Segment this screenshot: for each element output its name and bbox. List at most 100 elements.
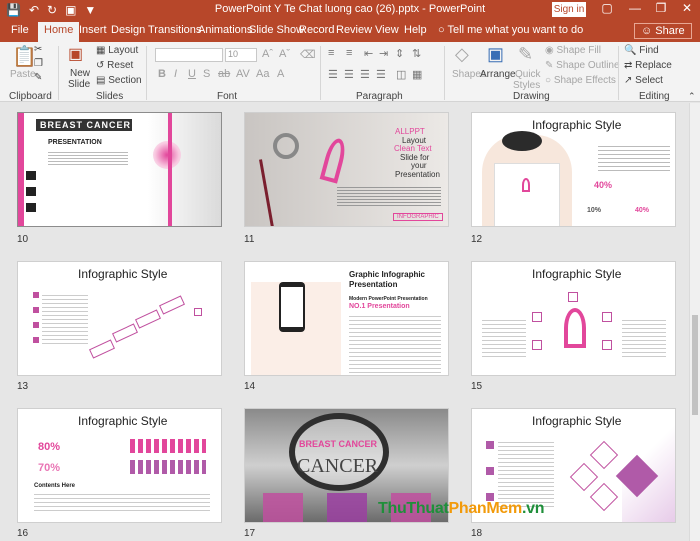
section-button[interactable]: ▤ Section bbox=[96, 75, 142, 86]
replace-button[interactable]: ⇄ Replace bbox=[624, 60, 672, 71]
line-spacing-icon[interactable]: ⇕ bbox=[395, 47, 404, 60]
new-slide-icon[interactable]: ▣ bbox=[68, 44, 83, 64]
slide-thumbnail-12[interactable]: Infographic Style 40% 10% 40% bbox=[471, 112, 676, 227]
tab-help[interactable]: Help bbox=[404, 24, 427, 36]
char-spacing-icon[interactable]: AV bbox=[236, 68, 250, 80]
pink-ribbon-icon bbox=[522, 178, 530, 192]
slide-thumbnail-16[interactable]: Infographic Style 80% 70% Contents Here bbox=[17, 408, 222, 523]
new-slide-label-2[interactable]: Slide bbox=[68, 79, 90, 90]
bullet-icon bbox=[33, 292, 39, 298]
select-button[interactable]: ↗ Select bbox=[624, 75, 663, 86]
new-slide-label-1[interactable]: New bbox=[70, 68, 90, 79]
columns-icon[interactable]: ◫ bbox=[396, 68, 406, 81]
slide-title: Infographic Style bbox=[78, 267, 168, 281]
arrange-button[interactable]: Arrange bbox=[480, 69, 516, 80]
info-card bbox=[327, 493, 367, 522]
share-button[interactable]: ☺ Share bbox=[634, 23, 692, 39]
tab-animations[interactable]: Animations bbox=[198, 24, 252, 36]
slide-thumbnail-15[interactable]: Infographic Style bbox=[471, 261, 676, 376]
text-direction-icon[interactable]: ⇅ bbox=[412, 47, 421, 60]
format-painter-icon[interactable]: ✎ bbox=[34, 72, 42, 83]
sign-in-button[interactable]: Sign in bbox=[552, 2, 586, 17]
slide-title: Infographic Style bbox=[532, 118, 622, 132]
tab-home[interactable]: Home bbox=[38, 22, 80, 42]
shrink-font-icon[interactable]: Aˇ bbox=[279, 48, 290, 60]
vertical-scrollbar[interactable] bbox=[689, 103, 700, 541]
shape-outline-button[interactable]: ✎ Shape Outline bbox=[545, 60, 620, 71]
clear-format-icon[interactable]: ⌫ bbox=[300, 48, 316, 61]
decrease-indent-icon[interactable]: ⇤ bbox=[364, 47, 373, 60]
quick-styles-label-1[interactable]: Quick bbox=[515, 69, 541, 80]
reset-button[interactable]: ↺ Reset bbox=[96, 60, 133, 71]
hair-shape bbox=[502, 131, 542, 151]
slide-thumbnail-10[interactable]: BREAST CANCER PRESENTATION bbox=[17, 112, 222, 227]
tell-me-search[interactable]: ○ Tell me what you want to do bbox=[438, 24, 583, 36]
slide-text-1: ALLPPT bbox=[395, 127, 425, 136]
layout-button[interactable]: ▦ Layout bbox=[96, 45, 138, 56]
tab-record[interactable]: Record bbox=[299, 24, 334, 36]
slide-body-text bbox=[48, 150, 128, 166]
select-arrow-icon: ↗ bbox=[624, 75, 636, 86]
people-icon-row bbox=[130, 460, 206, 474]
bold-icon[interactable]: B bbox=[158, 68, 166, 80]
checkbox-icon bbox=[26, 171, 36, 180]
shapes-icon[interactable]: ◇ bbox=[455, 44, 469, 65]
cut-icon[interactable]: ✂ bbox=[34, 44, 42, 55]
copy-icon[interactable]: ❐ bbox=[34, 58, 43, 69]
slide-body-text bbox=[337, 185, 441, 207]
quick-styles-label-2[interactable]: Styles bbox=[513, 80, 540, 91]
tab-view[interactable]: View bbox=[375, 24, 399, 36]
group-font: Font bbox=[217, 91, 238, 102]
align-center-icon[interactable]: ☰ bbox=[344, 68, 354, 81]
tab-insert[interactable]: Insert bbox=[79, 24, 107, 36]
strikethrough-icon[interactable]: ab bbox=[218, 68, 230, 80]
list-icon bbox=[486, 441, 494, 449]
smartart-icon[interactable]: ▦ bbox=[412, 68, 422, 81]
close-button[interactable]: ✕ bbox=[676, 1, 698, 15]
shape-effects-button[interactable]: ○ Shape Effects bbox=[545, 75, 616, 86]
arrange-icon[interactable]: ▣ bbox=[487, 44, 504, 65]
pink-ribbon-image bbox=[564, 308, 586, 348]
slide-thumbnail-11[interactable]: ALLPPT Layout Clean Text Slide for your … bbox=[244, 112, 449, 227]
slide-number: 18 bbox=[471, 528, 483, 539]
shape-fill-button[interactable]: ◉ Shape Fill bbox=[545, 45, 601, 56]
select-label: Select bbox=[635, 75, 663, 86]
quick-styles-icon[interactable]: ✎ bbox=[518, 44, 533, 65]
font-size-combo[interactable]: 10 bbox=[225, 48, 257, 62]
paste-button[interactable]: Paste bbox=[10, 69, 36, 80]
change-case-icon[interactable]: Aa bbox=[256, 68, 269, 80]
window-title: PowerPoint Y Te Chat luong cao (26).pptx… bbox=[214, 3, 486, 15]
shadow-icon[interactable]: S bbox=[203, 68, 210, 80]
increase-indent-icon[interactable]: ⇥ bbox=[379, 47, 388, 60]
maximize-button[interactable]: ❐ bbox=[650, 1, 672, 15]
tab-review[interactable]: Review bbox=[336, 24, 372, 36]
numbering-icon[interactable]: ≡ bbox=[346, 47, 352, 59]
italic-icon[interactable]: I bbox=[174, 68, 177, 80]
replace-icon: ⇄ bbox=[624, 60, 636, 71]
underline-icon[interactable]: U bbox=[188, 68, 196, 80]
slide-body-text bbox=[498, 439, 554, 509]
ribbon-display-options-icon[interactable]: ▢ bbox=[596, 1, 618, 15]
slide-body-text bbox=[622, 317, 666, 357]
align-left-icon[interactable]: ☰ bbox=[328, 68, 338, 81]
collapse-ribbon-icon[interactable]: ⌃ bbox=[688, 91, 696, 102]
pink-ribbon-image bbox=[319, 136, 349, 184]
tab-design[interactable]: Design bbox=[111, 24, 145, 36]
tab-transitions[interactable]: Transitions bbox=[148, 24, 201, 36]
font-name-combo[interactable] bbox=[155, 48, 223, 62]
bullets-icon[interactable]: ≡ bbox=[328, 47, 334, 59]
scrollbar-thumb[interactable] bbox=[692, 315, 698, 415]
slide-thumbnail-13[interactable]: Infographic Style bbox=[17, 261, 222, 376]
minimize-button[interactable]: — bbox=[624, 1, 646, 15]
grow-font-icon[interactable]: Aˆ bbox=[262, 48, 273, 60]
font-color-icon[interactable]: A bbox=[277, 68, 284, 80]
tab-slide-show[interactable]: Slide Show bbox=[249, 24, 304, 36]
slide-thumbnail-14[interactable]: Graphic Infographic Presentation Modern … bbox=[244, 261, 449, 376]
find-button[interactable]: 🔍 Find bbox=[624, 45, 659, 56]
justify-icon[interactable]: ☰ bbox=[376, 68, 386, 81]
tab-file[interactable]: File bbox=[11, 24, 29, 36]
align-right-icon[interactable]: ☰ bbox=[360, 68, 370, 81]
slide-text-3: Clean Text bbox=[394, 144, 432, 153]
slide-heading: NO.1 Presentation bbox=[349, 303, 410, 310]
diamond-shape bbox=[569, 462, 599, 492]
